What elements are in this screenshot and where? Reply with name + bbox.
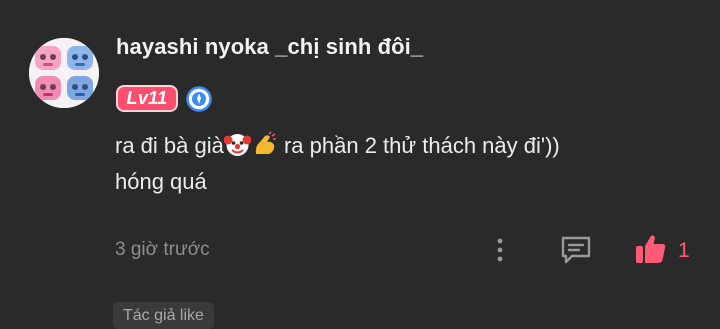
comment-text-line2: hóng quá [115, 169, 207, 194]
avatar[interactable] [29, 38, 99, 108]
comment-text: ra đi bà già ra phần 2 thử thách này đi'… [115, 128, 675, 200]
like-icon [636, 235, 666, 263]
more-icon [497, 238, 503, 262]
comment-text-part2: ra phần 2 thử thách này đi')) [277, 133, 560, 158]
avatar-image [29, 38, 99, 108]
verified-badge-icon [186, 86, 212, 112]
more-options-button[interactable] [488, 234, 512, 266]
comment-text-part1: ra đi bà già [115, 133, 224, 158]
username[interactable]: hayashi nyoka _chị sinh đôi_ [116, 34, 423, 60]
like-count: 1 [678, 239, 690, 262]
author-liked-badge: Tác giả like [113, 302, 214, 329]
like-button[interactable]: 1 [634, 232, 694, 268]
level-badge: Lv11 [116, 85, 178, 112]
clown-face-emoji [223, 131, 251, 158]
flexed-biceps-emoji [251, 131, 278, 158]
reply-icon [561, 236, 591, 264]
timestamp: 3 giờ trước [115, 239, 210, 260]
reply-button[interactable] [559, 234, 593, 266]
